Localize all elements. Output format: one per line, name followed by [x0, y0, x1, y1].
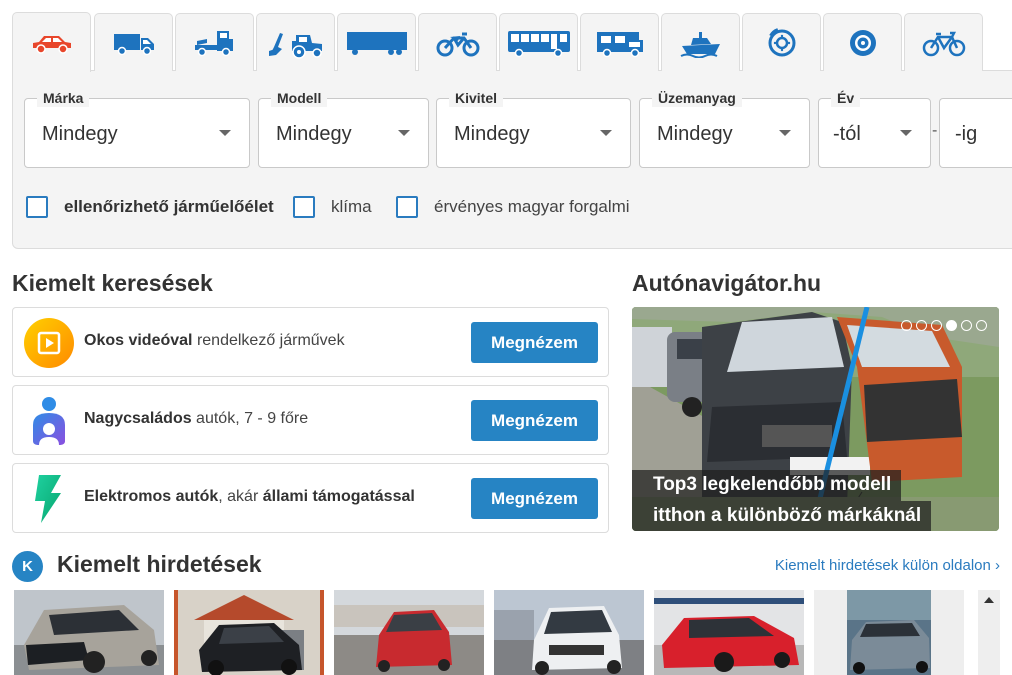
car-photo [814, 590, 964, 675]
body-label: Kivitel [449, 89, 504, 107]
chevron-down-icon [900, 130, 912, 136]
carousel-dot[interactable] [976, 320, 987, 331]
carousel-dots [901, 320, 987, 331]
bicycle-icon [922, 31, 965, 56]
tractor-excavator-icon [268, 32, 322, 59]
tab-parts[interactable] [742, 13, 821, 71]
checkbox-box[interactable] [396, 196, 418, 218]
chevron-down-icon [219, 130, 231, 136]
promo-caption[interactable]: Top3 legkelendőbb modell itthon a különb… [632, 470, 932, 531]
ad-thumbnail[interactable] [654, 590, 804, 675]
registration-checkbox[interactable]: érvényes magyar forgalmi [396, 196, 630, 218]
chevron-down-icon [398, 130, 410, 136]
brand-label: Márka [37, 89, 90, 107]
tab-machinery[interactable] [256, 13, 335, 71]
chevron-down-icon [779, 130, 791, 136]
featured-badge: K [12, 551, 43, 582]
search-panel: Márka Mindegy Modell Mindegy Kivitel Min… [12, 0, 1012, 249]
fuel-label: Üzemanyag [652, 89, 742, 107]
brake-disc-icon [768, 27, 795, 56]
ac-checkbox[interactable]: klíma [293, 196, 372, 218]
lightning-icon [23, 473, 75, 525]
ads-scrollbar[interactable] [978, 590, 1000, 675]
ad-thumbnail[interactable] [174, 590, 324, 675]
tab-bus[interactable] [499, 13, 578, 71]
tab-bicycle[interactable] [904, 13, 983, 71]
year-from-select[interactable]: Év -tól [818, 89, 931, 168]
video-icon [23, 317, 75, 369]
promo-carousel[interactable]: Top3 legkelendőbb modell itthon a különb… [632, 307, 999, 531]
model-label: Modell [271, 89, 328, 107]
model-value: Mindegy [276, 123, 352, 145]
body-value: Mindegy [454, 123, 530, 145]
tab-truck[interactable] [175, 13, 254, 71]
carousel-dot[interactable] [931, 320, 942, 331]
trailer-icon [346, 31, 407, 55]
carousel-dot-active[interactable] [946, 320, 957, 331]
car-photo [334, 590, 484, 675]
car-photo [654, 590, 804, 675]
car-photo [14, 590, 164, 675]
boat-icon [680, 31, 720, 58]
featured-searches-title: Kiemelt keresések [12, 270, 213, 296]
body-select[interactable]: Kivitel Mindegy [436, 89, 631, 168]
featured-ads-title: Kiemelt hirdetések [57, 551, 262, 577]
truck-icon [194, 30, 233, 56]
tab-boat[interactable] [661, 13, 740, 71]
promo-caption-line1: Top3 legkelendőbb modell [632, 470, 902, 501]
year-to-select[interactable]: -ig [939, 98, 1012, 168]
year-label: Év [831, 89, 861, 107]
featured-search-text: Nagycsaládos autók, 7 - 9 főre [84, 410, 309, 427]
bus-icon [507, 30, 570, 57]
carousel-dot[interactable] [901, 320, 912, 331]
year-range-dash: - [932, 122, 938, 139]
history-checkbox[interactable]: ellenőrizhető járműelőélet [26, 196, 274, 218]
ac-checkbox-label: klíma [331, 197, 372, 216]
model-select[interactable]: Modell Mindegy [258, 89, 429, 168]
carousel-dot[interactable] [916, 320, 927, 331]
history-checkbox-label: ellenőrizhető járműelőélet [64, 197, 274, 216]
show-button[interactable]: Megnézem [471, 400, 598, 441]
featured-search-text: Okos videóval rendelkező járművek [84, 332, 345, 349]
promo-title: Autónavigátor.hu [632, 270, 822, 296]
tire-icon [849, 29, 876, 56]
tab-van[interactable] [94, 13, 173, 71]
featured-search-smart-video[interactable]: Okos videóval rendelkező járművek Megnéz… [12, 307, 609, 377]
checkbox-box[interactable] [26, 196, 48, 218]
tab-tires[interactable] [823, 13, 902, 71]
tab-trailer[interactable] [337, 13, 416, 71]
ad-thumbnail[interactable] [814, 590, 964, 675]
tab-camper[interactable] [580, 13, 659, 71]
fuel-select[interactable]: Üzemanyag Mindegy [639, 89, 810, 168]
featured-search-electric[interactable]: Elektromos autók, akár állami támogatáss… [12, 463, 609, 533]
show-button[interactable]: Megnézem [471, 478, 598, 519]
ad-thumbnail[interactable] [494, 590, 644, 675]
brand-value: Mindegy [42, 123, 118, 145]
car-icon [32, 35, 71, 54]
brand-select[interactable]: Márka Mindegy [24, 89, 250, 168]
featured-search-text: Elektromos autók, akár állami támogatáss… [84, 488, 415, 505]
checkbox-box[interactable] [293, 196, 315, 218]
car-photo [494, 590, 644, 675]
camper-icon [596, 31, 643, 57]
scroll-up-arrow-icon[interactable] [984, 597, 994, 603]
carousel-dot[interactable] [961, 320, 972, 331]
year-to-value: -ig [955, 123, 978, 145]
chevron-down-icon [600, 130, 612, 136]
tab-motorcycle[interactable] [418, 13, 497, 71]
registration-checkbox-label: érvényes magyar forgalmi [434, 197, 630, 216]
van-icon [113, 33, 154, 55]
ad-thumbnail[interactable] [334, 590, 484, 675]
motorcycle-icon [436, 32, 479, 56]
promo-caption-line2: itthon a különböző márkáknál [632, 501, 932, 531]
show-button[interactable]: Megnézem [471, 322, 598, 363]
featured-ads-page-link[interactable]: Kiemelt hirdetések külön oldalon › [775, 557, 1000, 574]
featured-search-large-family[interactable]: Nagycsaládos autók, 7 - 9 főre Megnézem [12, 385, 609, 455]
family-icon [23, 395, 75, 447]
ad-thumbnail[interactable] [14, 590, 164, 675]
fuel-value: Mindegy [657, 123, 733, 145]
car-photo [174, 590, 324, 675]
year-from-value: -tól [833, 123, 861, 145]
tab-car[interactable] [12, 12, 91, 72]
